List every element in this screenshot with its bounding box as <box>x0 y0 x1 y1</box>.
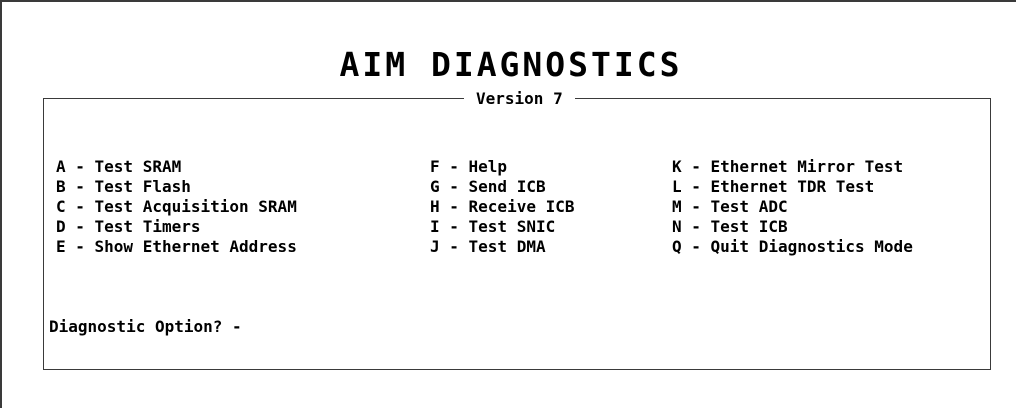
menu-option-d[interactable]: D - Test Timers <box>56 217 297 237</box>
diagnostic-option-prompt[interactable]: Diagnostic Option? - <box>49 317 242 337</box>
menu-column-1: A - Test SRAM B - Test Flash C - Test Ac… <box>56 157 297 257</box>
menu-option-q[interactable]: Q - Quit Diagnostics Mode <box>672 237 913 257</box>
menu-option-k[interactable]: K - Ethernet Mirror Test <box>672 157 913 177</box>
menu-option-m[interactable]: M - Test ADC <box>672 197 913 217</box>
menu-column-2: F - Help G - Send ICB H - Receive ICB I … <box>430 157 575 257</box>
menu-option-c[interactable]: C - Test Acquisition SRAM <box>56 197 297 217</box>
menu-option-n[interactable]: N - Test ICB <box>672 217 913 237</box>
menu-option-g[interactable]: G - Send ICB <box>430 177 575 197</box>
page-title: AIM DIAGNOSTICS <box>339 45 683 84</box>
menu-option-a[interactable]: A - Test SRAM <box>56 157 297 177</box>
version-label: Version 7 <box>464 89 575 109</box>
menu-option-i[interactable]: I - Test SNIC <box>430 217 575 237</box>
menu-option-b[interactable]: B - Test Flash <box>56 177 297 197</box>
menu-option-j[interactable]: J - Test DMA <box>430 237 575 257</box>
menu-option-f[interactable]: F - Help <box>430 157 575 177</box>
menu-option-h[interactable]: H - Receive ICB <box>430 197 575 217</box>
menu-option-l[interactable]: L - Ethernet TDR Test <box>672 177 913 197</box>
diagnostics-panel: Version 7 A - Test SRAM B - Test Flash C… <box>43 89 991 370</box>
menu-option-e[interactable]: E - Show Ethernet Address <box>56 237 297 257</box>
menu-column-3: K - Ethernet Mirror Test L - Ethernet TD… <box>672 157 913 257</box>
terminal-screen: AIM DIAGNOSTICS Version 7 A - Test SRAM … <box>0 0 1016 408</box>
